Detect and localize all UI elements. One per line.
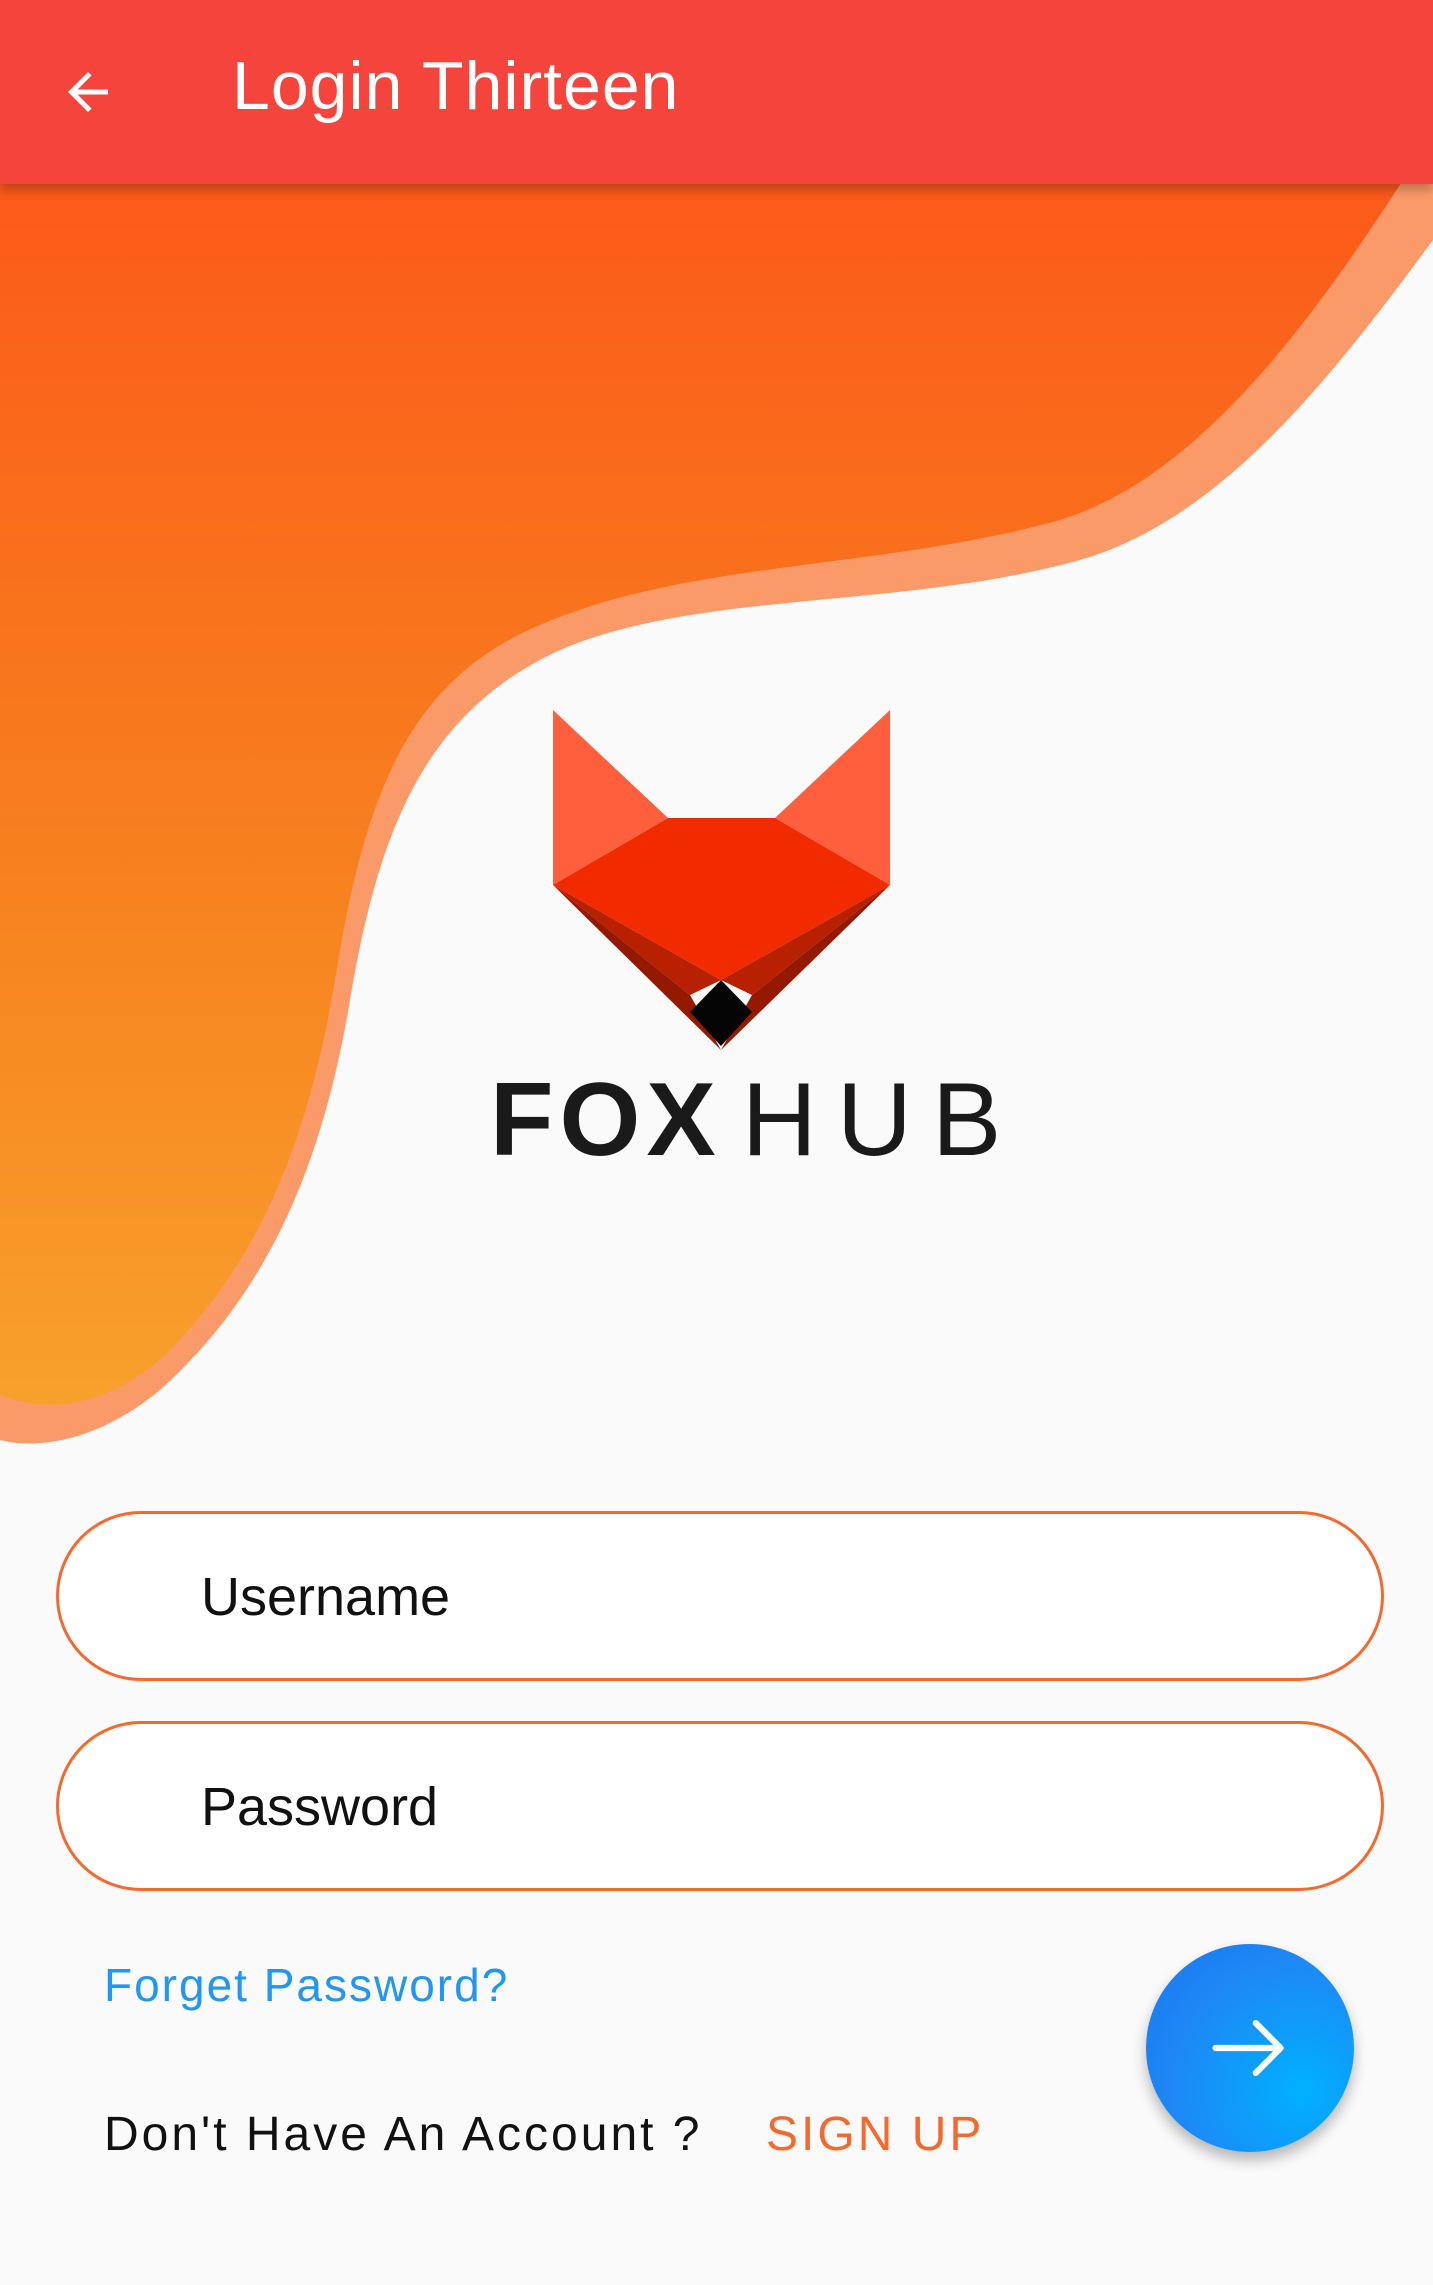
arrow-left-icon [68, 72, 108, 112]
password-input[interactable] [199, 1724, 1303, 1890]
app-bar: Login Thirteen [0, 0, 1433, 184]
sign-up-link[interactable]: SIGN UP [766, 2105, 984, 2165]
arrow-right-icon [1212, 2020, 1284, 2076]
brand-light-text: HUB [741, 1061, 1022, 1178]
app-title: Login Thirteen [232, 48, 680, 124]
password-field[interactable] [56, 1721, 1384, 1891]
forgot-password-link[interactable]: Forget Password? [104, 1955, 509, 2015]
no-account-label: Don't Have An Account ? [104, 2108, 703, 2161]
back-button[interactable] [38, 42, 138, 142]
login-submit-button[interactable] [1146, 1944, 1354, 2152]
username-field[interactable] [56, 1511, 1384, 1681]
brand-bold-text: FOX [490, 1061, 722, 1178]
username-input[interactable] [199, 1514, 1303, 1680]
brand-logotype: FOX HUB [490, 1062, 1001, 1178]
